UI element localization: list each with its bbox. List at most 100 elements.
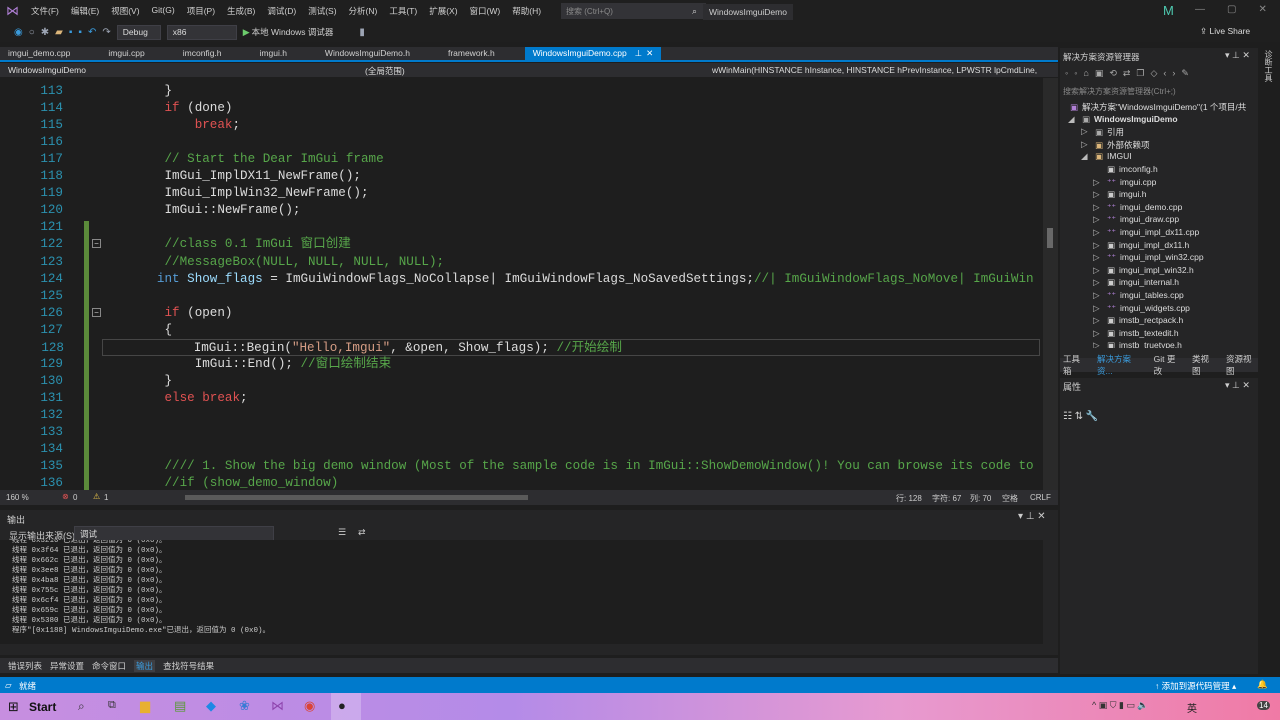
code-text[interactable]: ImGui_ImplDX11_NewFrame();	[104, 168, 361, 185]
tree-node[interactable]: ▷ ▣ 外部依赖项	[1081, 139, 1150, 151]
expand-arrow-icon[interactable]: ◢	[1081, 151, 1088, 162]
code-text[interactable]: ImGui::NewFrame();	[104, 202, 300, 219]
tree-file[interactable]: ▷ ⁺⁺ imgui_draw.cpp	[1093, 214, 1179, 225]
panel-controls[interactable]: ▾ ⊥ ✕	[1225, 380, 1250, 391]
run-button[interactable]: 本地 Windows 调试器	[252, 26, 334, 38]
menu-item[interactable]: 工具(T)	[383, 5, 423, 17]
expand-arrow-icon[interactable]: ◢	[1068, 114, 1075, 125]
debug-app-icon[interactable]: ●	[338, 698, 346, 713]
code-text[interactable]: //if (show_demo_window)	[104, 475, 338, 490]
expand-arrow-icon[interactable]: ▷	[1093, 227, 1100, 238]
windows-logo-icon[interactable]: ⊞	[8, 699, 19, 715]
expand-arrow-icon[interactable]: ▷	[1093, 240, 1100, 251]
tab-imgui_demo-cpp[interactable]: imgui_demo.cpp	[0, 47, 78, 60]
menu-item[interactable]: 生成(B)	[221, 5, 261, 17]
word-wrap-icon[interactable]: ⇄	[358, 527, 366, 538]
solution-tab[interactable]: 类视图	[1192, 353, 1216, 377]
tree-file[interactable]: ▷ ▣ imgui_impl_win32.h	[1093, 265, 1194, 276]
expand-arrow-icon[interactable]: ▷	[1081, 126, 1088, 137]
tree-file[interactable]: ▷ ▣ imgui_impl_dx11.h	[1093, 240, 1189, 251]
tree-file[interactable]: ▷ ⁺⁺ imgui_impl_win32.cpp	[1093, 252, 1204, 263]
bottom-tab[interactable]: 异常设置	[50, 660, 84, 672]
live-share-button[interactable]: ⇪ Live Share	[1200, 26, 1250, 37]
tab-imconfig-h[interactable]: imconfig.h	[175, 47, 230, 60]
member-dropdown[interactable]: wWinMain(HINSTANCE hInstance, HINSTANCE …	[712, 65, 1037, 75]
whitespace-indicator[interactable]: 空格	[1002, 493, 1018, 504]
tree-file[interactable]: ▷ ⁺⁺ imgui_widgets.cpp	[1093, 303, 1190, 314]
menu-item[interactable]: 帮助(H)	[506, 5, 547, 17]
tree-project[interactable]: ◢ ▣ WindowsImguiDemo	[1068, 114, 1178, 125]
minimize-button[interactable]: —	[1195, 4, 1205, 15]
code-text[interactable]: if (open)	[104, 305, 232, 322]
source-control-button[interactable]: ↑ 添加到源代码管理 ▴	[1155, 680, 1236, 692]
run-icon[interactable]: ▶	[243, 27, 250, 38]
expand-arrow-icon[interactable]: ▷	[1093, 252, 1100, 263]
notification-count[interactable]: 14	[1257, 701, 1270, 710]
search-icon[interactable]: ⌕	[692, 6, 697, 17]
tab-imgui-cpp[interactable]: imgui.cpp	[100, 47, 152, 60]
fold-icon[interactable]: −	[92, 307, 101, 317]
code-text[interactable]: int Show_flags = ImGuiWindowFlags_NoColl…	[104, 271, 1034, 288]
tree-file[interactable]: ▷ ⁺⁺ imgui_demo.cpp	[1093, 202, 1182, 213]
expand-arrow-icon[interactable]: ▷	[1093, 265, 1100, 276]
solution-tab[interactable]: 解决方案资...	[1097, 353, 1144, 377]
code-text[interactable]: }	[104, 83, 172, 100]
solution-toolbar[interactable]: ◦◦⌂▣⟲⇄❐◇‹›✎	[1065, 68, 1195, 79]
code-text[interactable]: {	[104, 322, 172, 339]
solution-tab[interactable]: Git 更改	[1154, 353, 1182, 377]
tree-solution[interactable]: ▣ 解决方案"WindowsImguiDemo"(1 个项目/共	[1070, 101, 1246, 113]
menu-item[interactable]: 项目(P)	[181, 5, 221, 17]
clear-all-icon[interactable]: ☰	[338, 527, 346, 538]
project-dropdown[interactable]: WindowsImguiDemo	[8, 65, 86, 75]
tray-icons[interactable]: ^ ▣ ⛉ ▮ ▭ 🔈	[1092, 700, 1149, 711]
code-text[interactable]: else break;	[104, 390, 247, 407]
notifications-icon[interactable]: 🔔	[1257, 679, 1268, 690]
expand-arrow-icon[interactable]: ▷	[1093, 328, 1100, 339]
scope-dropdown[interactable]: (全局范围)	[365, 65, 405, 77]
menu-item[interactable]: 扩展(X)	[423, 5, 463, 17]
tree-node[interactable]: ▷ ▣ 引用	[1081, 126, 1124, 138]
tree-file[interactable]: ▷ ⁺⁺ imgui_tables.cpp	[1093, 290, 1184, 301]
start-button[interactable]: Start	[29, 700, 56, 714]
solution-tab[interactable]: 工具箱	[1063, 353, 1087, 377]
code-text[interactable]: //class 0.1 ImGui 窗口创建	[104, 236, 350, 253]
tree-file[interactable]: ▷ ▣ imstb_rectpack.h	[1093, 315, 1183, 326]
menu-item[interactable]: 调试(D)	[261, 5, 302, 17]
bottom-tab[interactable]: 输出	[134, 659, 156, 672]
maximize-button[interactable]: ▢	[1227, 4, 1236, 15]
warning-count[interactable]: 1	[104, 493, 108, 502]
expand-arrow-icon[interactable]: ▷	[1093, 277, 1100, 288]
pin-icon[interactable]: ⊥	[635, 48, 642, 58]
close-button[interactable]: ✕	[1258, 4, 1266, 15]
tab-windowsimguidemo-cpp[interactable]: WindowsImguiDemo.cpp ⊥ ✕	[524, 47, 662, 60]
expand-arrow-icon[interactable]: ▷	[1093, 189, 1100, 200]
chrome-icon[interactable]: ◉	[304, 698, 315, 714]
code-text[interactable]: ImGui::Begin("Hello,Imgui", &open, Show_…	[103, 340, 622, 357]
tab-imgui-h[interactable]: imgui.h	[252, 47, 295, 60]
zoom-level[interactable]: 160 %	[6, 493, 29, 502]
menu-item[interactable]: 分析(N)	[343, 5, 384, 17]
tree-file[interactable]: ▷ ▣ imstb_textedit.h	[1093, 328, 1179, 339]
expand-arrow-icon[interactable]: ▷	[1093, 290, 1100, 301]
panel-controls[interactable]: ▾ ⊥ ✕	[1018, 511, 1046, 522]
code-editor[interactable]: 113 } 114 if (done) 115 break; 116 117 // St…	[0, 78, 1058, 490]
solution-tab[interactable]: 资源视图	[1226, 353, 1258, 377]
file-explorer-icon[interactable]: ▆	[140, 698, 150, 714]
expand-arrow-icon[interactable]: ▷	[1093, 202, 1100, 213]
search-input[interactable]: 搜索 (Ctrl+Q)	[561, 3, 707, 19]
tree-file[interactable]: ▣ imconfig.h	[1107, 164, 1158, 175]
output-source-select[interactable]: 调试	[74, 526, 274, 541]
menu-item[interactable]: 窗口(W)	[464, 5, 507, 17]
notepad-icon[interactable]: ▤	[174, 698, 186, 714]
output-text[interactable]: 线程 0x3210 已退出，返回值为 0 (0x0)。 线程 0x3f64 已退出…	[0, 540, 1043, 644]
code-text[interactable]: break;	[104, 117, 240, 134]
close-tab-icon[interactable]: ✕	[646, 48, 653, 58]
expand-arrow-icon[interactable]: ▷	[1093, 214, 1100, 225]
tab-framework-h[interactable]: framework.h	[440, 47, 503, 60]
code-text[interactable]: if (done)	[104, 100, 232, 117]
diagnostic-tools-tab[interactable]: 诊断工具	[1262, 50, 1274, 82]
save-all-icon[interactable]: ▪	[78, 27, 82, 38]
save-icon[interactable]: ▪	[69, 27, 73, 38]
expand-arrow-icon[interactable]: ▷	[1093, 303, 1100, 314]
error-count[interactable]: 0	[73, 493, 77, 502]
